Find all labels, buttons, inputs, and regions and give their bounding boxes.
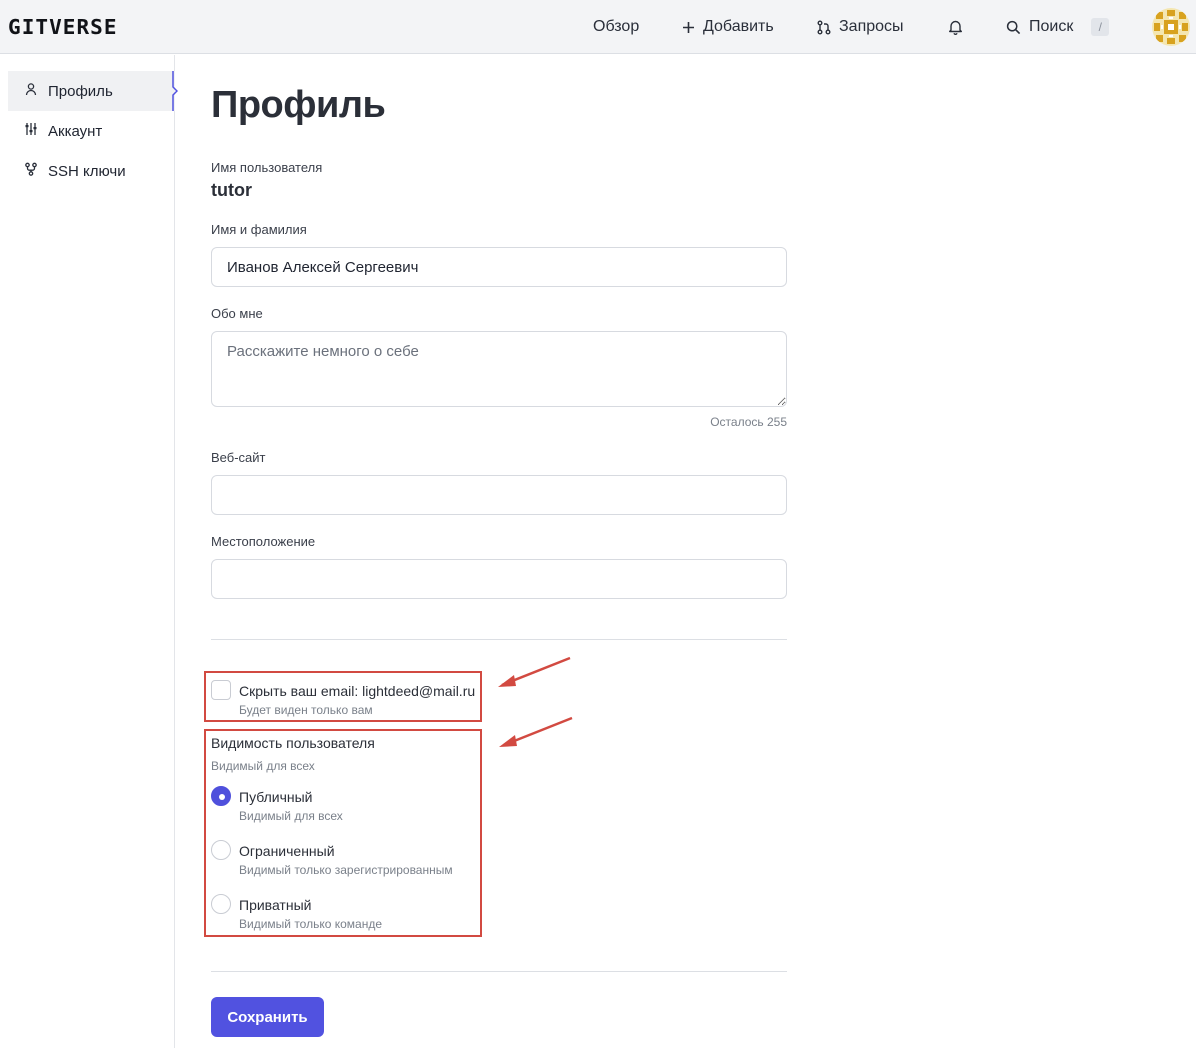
annotation-arrow-email	[498, 656, 571, 687]
sidebar-item-label: Аккаунт	[48, 122, 103, 140]
bell-icon	[948, 19, 963, 35]
section-divider	[211, 639, 787, 640]
radio-public-hint: Видимый для всех	[239, 809, 343, 823]
top-header: GITVERSE Обзор Добавить Запросы Поиск /	[0, 0, 1196, 54]
hide-email-hint: Будет виден только вам	[239, 703, 373, 717]
annotation-arrow-visibility	[499, 716, 573, 747]
hide-email-label: Скрыть ваш email: lightdeed@mail.ru	[239, 683, 476, 699]
nav-add[interactable]: Добавить	[682, 0, 774, 54]
active-item-indicator	[172, 71, 178, 111]
avatar[interactable]	[1152, 8, 1190, 46]
sidebar-item-label: Профиль	[48, 82, 113, 100]
website-input[interactable]	[211, 475, 787, 515]
visibility-label: Видимость пользователя	[211, 735, 375, 751]
fullname-input[interactable]	[211, 247, 787, 287]
nav-requests[interactable]: Запросы	[817, 0, 904, 54]
pull-request-icon	[817, 20, 831, 35]
sidebar-item-profile[interactable]: Профиль	[8, 71, 175, 111]
nav-add-label: Добавить	[703, 18, 774, 35]
radio-limited-label: Ограниченный	[239, 843, 335, 859]
sidebar-item-account[interactable]: Аккаунт	[8, 111, 175, 151]
key-branch-icon	[24, 162, 38, 180]
save-button[interactable]: Сохранить	[211, 997, 324, 1037]
nav-requests-label: Запросы	[839, 18, 904, 35]
radio-public[interactable]	[211, 786, 231, 806]
search-shortcut-badge: /	[1091, 18, 1110, 36]
page-title: Профиль	[211, 84, 386, 126]
location-label: Местоположение	[211, 534, 316, 549]
about-textarea[interactable]	[211, 331, 787, 407]
location-input[interactable]	[211, 559, 787, 599]
section-divider	[211, 971, 787, 972]
sliders-icon	[24, 122, 38, 140]
nav-overview[interactable]: Обзор	[593, 0, 639, 54]
search-icon	[1006, 20, 1021, 35]
username-label: Имя пользователя	[211, 160, 323, 175]
user-icon	[24, 82, 38, 100]
about-label: Обо мне	[211, 306, 263, 321]
username-value: tutor	[211, 180, 252, 200]
sidebar-item-ssh-keys[interactable]: SSH ключи	[8, 151, 175, 191]
notifications-button[interactable]	[948, 0, 963, 54]
nav-search[interactable]: Поиск /	[1006, 0, 1110, 54]
visibility-current: Видимый для всех	[211, 759, 315, 773]
plus-icon	[682, 21, 695, 34]
radio-private-label: Приватный	[239, 897, 312, 913]
radio-private-hint: Видимый только команде	[239, 917, 383, 931]
sidebar-item-label: SSH ключи	[48, 162, 126, 180]
fullname-label: Имя и фамилия	[211, 222, 307, 237]
radio-public-label: Публичный	[239, 789, 313, 805]
radio-private[interactable]	[211, 894, 231, 914]
nav-overview-label: Обзор	[593, 18, 640, 35]
gitverse-logo[interactable]: GITVERSE	[8, 15, 118, 39]
radio-limited[interactable]	[211, 840, 231, 860]
about-char-counter: Осталось 255	[710, 415, 787, 429]
website-label: Веб-сайт	[211, 450, 266, 465]
settings-sidebar: Профиль Аккаунт SSH ключи	[0, 55, 178, 1048]
nav-search-label: Поиск	[1029, 18, 1074, 35]
radio-limited-hint: Видимый только зарегистрированным	[239, 863, 453, 877]
hide-email-checkbox[interactable]	[211, 680, 231, 700]
